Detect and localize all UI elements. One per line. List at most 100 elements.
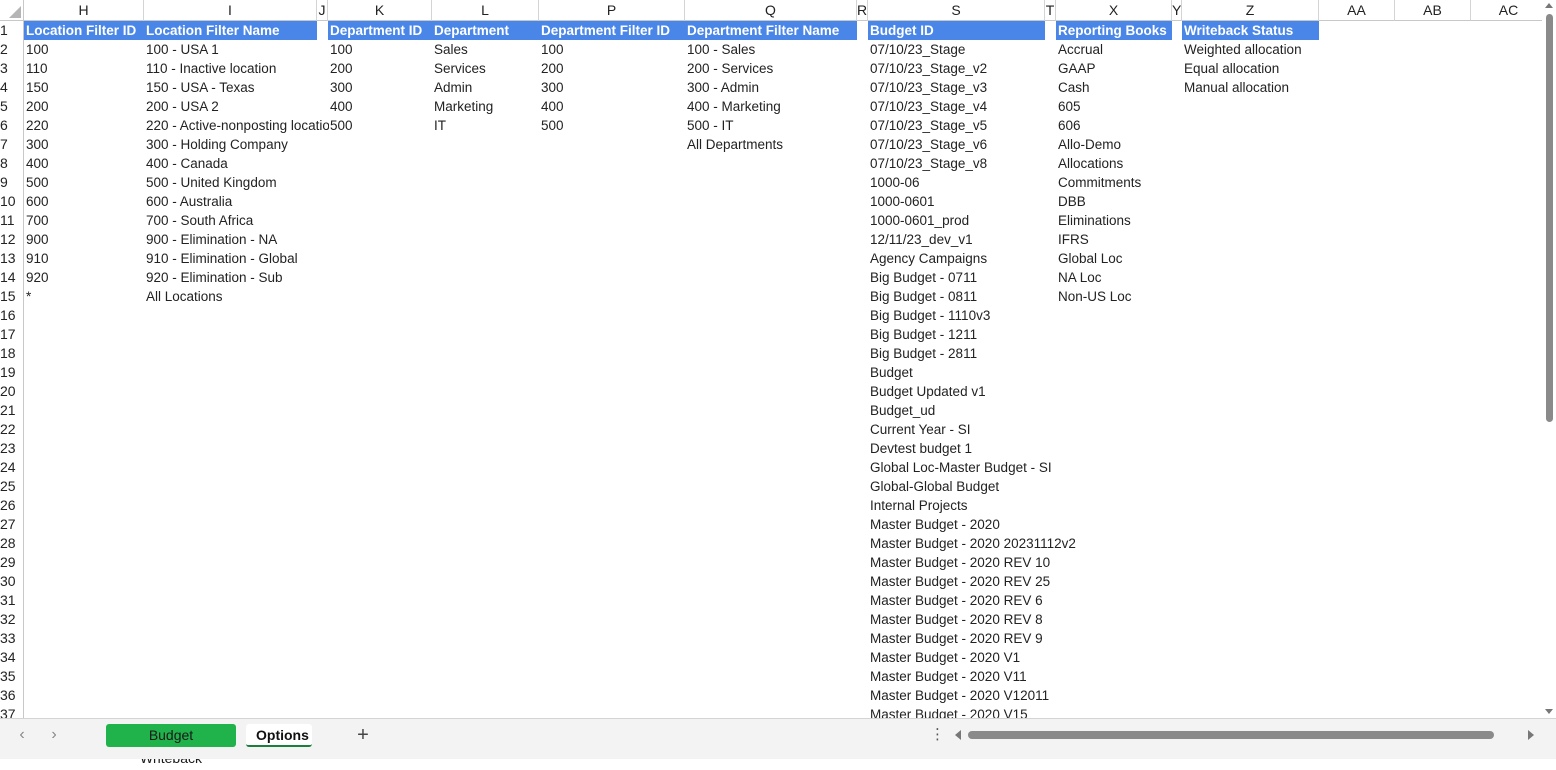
cell[interactable]: Big Budget - 1110v3 xyxy=(868,306,1108,325)
column-header-k[interactable]: K xyxy=(328,0,432,21)
cell[interactable]: Equal allocation xyxy=(1182,59,1319,78)
row-header[interactable]: 5 xyxy=(0,97,24,116)
cell[interactable]: Master Budget - 2020 20231112v2 xyxy=(868,534,1108,553)
cell[interactable]: Accrual xyxy=(1056,40,1172,59)
cell[interactable]: 200 xyxy=(24,97,144,116)
row-header[interactable]: 21 xyxy=(0,401,24,420)
scroll-down-icon[interactable] xyxy=(1545,709,1553,714)
row-header[interactable]: 25 xyxy=(0,477,24,496)
row-header[interactable]: 14 xyxy=(0,268,24,287)
cell[interactable]: 500 xyxy=(328,116,432,135)
scroll-left-icon[interactable] xyxy=(955,730,961,740)
row-header[interactable]: 30 xyxy=(0,572,24,591)
vertical-scrollbar[interactable] xyxy=(1542,0,1556,718)
row-header[interactable]: 24 xyxy=(0,458,24,477)
cell[interactable]: Master Budget - 2020 xyxy=(868,515,1108,534)
cell[interactable]: 900 - Elimination - NA xyxy=(144,230,329,249)
header-cell[interactable]: Location Filter Name xyxy=(144,21,317,40)
row-header[interactable]: 16 xyxy=(0,306,24,325)
cell[interactable]: Commitments xyxy=(1056,173,1172,192)
cell[interactable]: All Departments xyxy=(685,135,857,154)
row-header[interactable]: 18 xyxy=(0,344,24,363)
select-all-corner[interactable] xyxy=(0,0,24,21)
cell[interactable]: 300 - Holding Company xyxy=(144,135,329,154)
cell[interactable]: Sales xyxy=(432,40,539,59)
column-header-r[interactable]: R xyxy=(857,0,868,21)
cell[interactable]: 900 xyxy=(24,230,144,249)
cell[interactable]: IFRS xyxy=(1056,230,1172,249)
cell[interactable]: NA Loc xyxy=(1056,268,1172,287)
cell[interactable]: Global-Global Budget xyxy=(868,477,1108,496)
cell[interactable]: 500 - United Kingdom xyxy=(144,173,329,192)
cell[interactable]: 910 xyxy=(24,249,144,268)
cell[interactable]: 500 - IT xyxy=(685,116,857,135)
header-cell[interactable]: Department Filter Name xyxy=(685,21,857,40)
column-header-aa[interactable]: AA xyxy=(1319,0,1395,21)
row-header[interactable]: 11 xyxy=(0,211,24,230)
sheet-tab-options[interactable]: Options xyxy=(246,724,312,747)
cell[interactable]: Budget Updated v1 xyxy=(868,382,1108,401)
cell[interactable]: Master Budget - 2020 V11 xyxy=(868,667,1108,686)
cell[interactable]: 300 xyxy=(539,78,685,97)
row-header[interactable]: 7 xyxy=(0,135,24,154)
cell[interactable]: 200 xyxy=(328,59,432,78)
cell[interactable]: Master Budget - 2020 V1 xyxy=(868,648,1108,667)
cell[interactable]: Big Budget - 1211 xyxy=(868,325,1108,344)
cell[interactable]: * xyxy=(24,287,144,306)
cell[interactable]: 600 - Australia xyxy=(144,192,329,211)
header-cell[interactable]: Department xyxy=(432,21,539,40)
cell[interactable]: 220 - Active-nonposting location xyxy=(144,116,329,135)
row-header[interactable]: 27 xyxy=(0,515,24,534)
cell[interactable]: 400 xyxy=(24,154,144,173)
row-header[interactable]: 15 xyxy=(0,287,24,306)
row-header[interactable]: 4 xyxy=(0,78,24,97)
cell[interactable]: 100 - USA 1 xyxy=(144,40,329,59)
cell[interactable]: Master Budget - 2020 V15 xyxy=(868,705,1108,718)
header-cell[interactable]: Location Filter ID xyxy=(24,21,144,40)
row-header[interactable]: 33 xyxy=(0,629,24,648)
column-header-p[interactable]: P xyxy=(539,0,685,21)
column-header-ac[interactable]: AC xyxy=(1471,0,1542,21)
horizontal-scroll-thumb[interactable] xyxy=(968,731,1494,739)
header-cell[interactable]: Writeback Status xyxy=(1182,21,1319,40)
row-header[interactable]: 8 xyxy=(0,154,24,173)
cell[interactable]: IT xyxy=(432,116,539,135)
cell[interactable]: Master Budget - 2020 REV 6 xyxy=(868,591,1108,610)
cell[interactable]: Manual allocation xyxy=(1182,78,1319,97)
header-cell[interactable]: Department Filter ID xyxy=(539,21,685,40)
cell[interactable]: 400 - Marketing xyxy=(685,97,857,116)
column-header-s[interactable]: S xyxy=(868,0,1045,21)
column-header-q[interactable]: Q xyxy=(685,0,857,21)
row-header[interactable]: 22 xyxy=(0,420,24,439)
column-header-h[interactable]: H xyxy=(24,0,144,21)
cell[interactable]: GAAP xyxy=(1056,59,1172,78)
row-header[interactable]: 13 xyxy=(0,249,24,268)
row-header[interactable]: 6 xyxy=(0,116,24,135)
sheet-tab-budget-writeback[interactable]: Budget Writeback xyxy=(106,724,236,766)
row-header[interactable]: 10 xyxy=(0,192,24,211)
cell[interactable]: 200 - USA 2 xyxy=(144,97,329,116)
row-header[interactable]: 20 xyxy=(0,382,24,401)
cell[interactable]: 606 xyxy=(1056,116,1172,135)
cell[interactable]: Weighted allocation xyxy=(1182,40,1319,59)
column-header-z[interactable]: Z xyxy=(1182,0,1319,21)
cell[interactable]: 300 xyxy=(24,135,144,154)
cell[interactable]: 500 xyxy=(539,116,685,135)
scroll-right-icon[interactable] xyxy=(1528,730,1534,740)
cell[interactable]: 910 - Elimination - Global xyxy=(144,249,329,268)
cell[interactable]: 200 xyxy=(539,59,685,78)
cell[interactable]: Services xyxy=(432,59,539,78)
row-header[interactable]: 29 xyxy=(0,553,24,572)
row-header[interactable]: 26 xyxy=(0,496,24,515)
header-cell[interactable]: Reporting Books xyxy=(1056,21,1172,40)
column-header-l[interactable]: L xyxy=(432,0,539,21)
cell[interactable]: Allo-Demo xyxy=(1056,135,1172,154)
cell[interactable]: Master Budget - 2020 REV 8 xyxy=(868,610,1108,629)
cell[interactable]: 920 xyxy=(24,268,144,287)
cell[interactable]: Allocations xyxy=(1056,154,1172,173)
cell[interactable]: 300 xyxy=(328,78,432,97)
cell[interactable]: Cash xyxy=(1056,78,1172,97)
cell[interactable]: Budget_ud xyxy=(868,401,1108,420)
cell[interactable]: 920 - Elimination - Sub xyxy=(144,268,329,287)
add-sheet-button[interactable]: + xyxy=(354,724,372,746)
